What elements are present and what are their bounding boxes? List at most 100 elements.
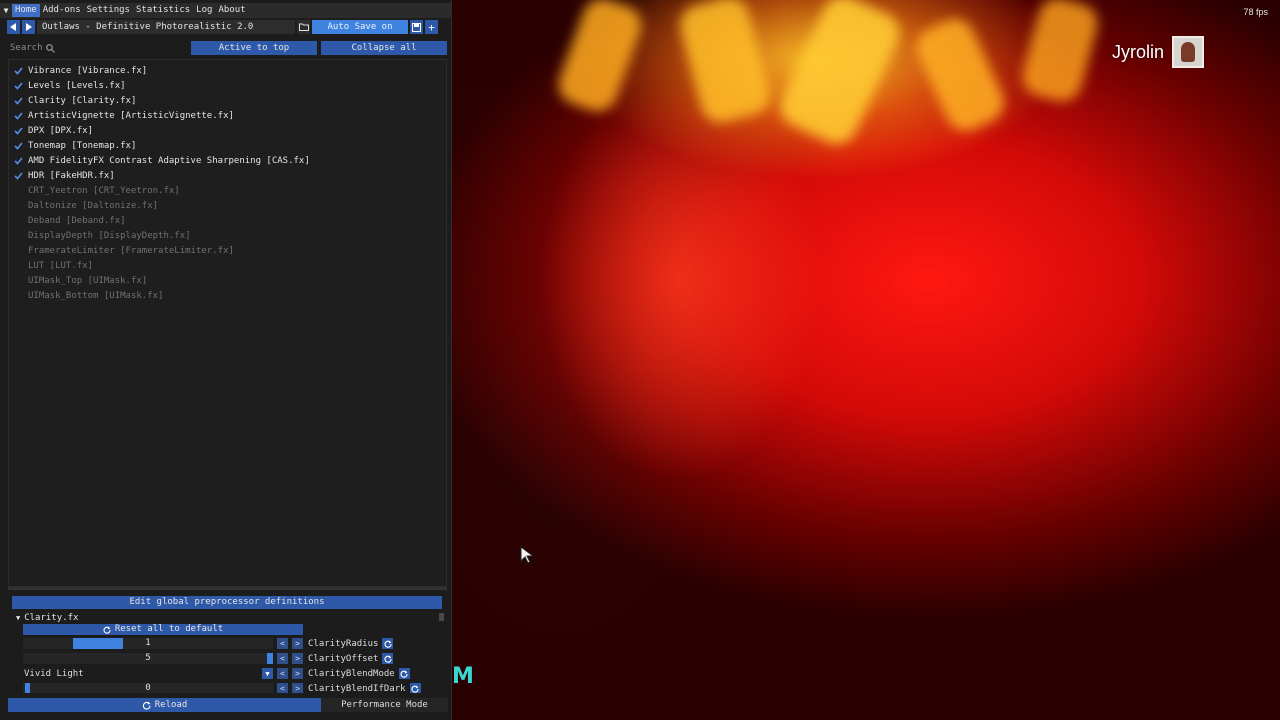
panel-splitter[interactable] (8, 587, 447, 590)
increment-button[interactable]: > (292, 683, 303, 693)
checkmark-icon[interactable] (14, 111, 23, 120)
menu-add-ons[interactable]: Add-ons (40, 4, 84, 17)
streamer-name: Jyrolin (1112, 41, 1165, 62)
parameter-slider[interactable]: 5 (23, 653, 273, 664)
parameter-slider[interactable]: 1 (23, 638, 273, 649)
checkbox-empty-icon[interactable] (14, 246, 23, 255)
effect-section-title: Clarity.fx (24, 612, 79, 623)
effect-row[interactable]: DisplayDepth [DisplayDepth.fx] (9, 228, 446, 243)
checkmark-icon[interactable] (14, 81, 23, 90)
effect-row[interactable]: DPX [DPX.fx] (9, 123, 446, 138)
parameter-row: 1 < > ClarityRadius (23, 637, 443, 650)
checkmark-icon[interactable] (14, 171, 23, 180)
save-icon (412, 22, 421, 32)
checkbox-empty-icon[interactable] (14, 276, 23, 285)
checkmark-icon[interactable] (14, 126, 23, 135)
increment-button[interactable]: > (292, 638, 303, 649)
effect-label: HDR [FakeHDR.fx] (28, 170, 115, 181)
parameter-scrollbar[interactable] (439, 613, 444, 621)
decrement-button[interactable]: < (277, 683, 288, 693)
effect-row[interactable]: Tonemap [Tonemap.fx] (9, 138, 446, 153)
streamer-overlay: Jyrolin (1112, 36, 1205, 68)
effect-row[interactable]: Daltonize [Daltonize.fx] (9, 198, 446, 213)
effect-row[interactable]: Clarity [Clarity.fx] (9, 93, 446, 108)
effect-row[interactable]: HDR [FakeHDR.fx] (9, 168, 446, 183)
preset-name-field[interactable]: Outlaws - Definitive Photorealistic 2.0 (37, 20, 295, 34)
effect-row[interactable]: ArtisticVignette [ArtisticVignette.fx] (9, 108, 446, 123)
effect-row[interactable]: UIMask_Top [UIMask.fx] (9, 273, 446, 288)
neon-sign-glow (1018, 0, 1102, 107)
menu-log[interactable]: Log (193, 4, 215, 17)
checkbox-empty-icon[interactable] (14, 291, 23, 300)
reset-parameter-icon[interactable] (382, 653, 394, 664)
effect-row[interactable]: AMD FidelityFX Contrast Adaptive Sharpen… (9, 153, 446, 168)
effect-row[interactable]: Vibrance [Vibrance.fx] (9, 63, 446, 78)
menu-home[interactable]: Home (12, 4, 40, 17)
checkbox-empty-icon[interactable] (14, 186, 23, 195)
blend-mode-dropdown[interactable]: Vivid Light ▼ (23, 668, 273, 679)
parameter-row: Vivid Light ▼ < > ClarityBlendMode (23, 667, 443, 680)
parameter-row: 0 < > ClarityBlendIfDark (23, 682, 443, 693)
auto-save-toggle[interactable]: Auto Save on (312, 20, 408, 34)
effect-label: CRT_Yeetron [CRT_Yeetron.fx] (28, 185, 180, 196)
reset-all-button[interactable]: Reset all to default (23, 624, 303, 635)
checkmark-icon[interactable] (14, 156, 23, 165)
next-preset-button[interactable] (22, 20, 35, 34)
chevron-down-icon: ▼ (16, 613, 21, 622)
browse-preset-button[interactable] (297, 20, 310, 34)
search-input[interactable]: Search (7, 41, 187, 55)
effect-label: Vibrance [Vibrance.fx] (28, 65, 148, 76)
parameter-slider[interactable]: 0 (23, 683, 273, 693)
menu-about[interactable]: About (215, 4, 248, 17)
effect-row[interactable]: LUT [LUT.fx] (9, 258, 446, 273)
reload-button[interactable]: Reload (8, 698, 321, 712)
decrement-button[interactable]: < (277, 668, 288, 679)
add-preset-button[interactable]: + (425, 20, 438, 34)
effect-row[interactable]: CRT_Yeetron [CRT_Yeetron.fx] (9, 183, 446, 198)
decrement-button[interactable]: < (277, 638, 288, 649)
menu-statistics[interactable]: Statistics (133, 4, 193, 17)
performance-mode-toggle[interactable]: Performance Mode (321, 698, 448, 712)
checkmark-icon[interactable] (14, 96, 23, 105)
active-to-top-button[interactable]: Active to top (191, 41, 317, 55)
menu-bar: ▼ Home Add-ons Settings Statistics Log A… (0, 3, 452, 18)
checkmark-icon[interactable] (14, 66, 23, 75)
previous-preset-button[interactable] (7, 20, 20, 34)
collapse-window-icon[interactable]: ▼ (0, 6, 12, 15)
effect-label: ArtisticVignette [ArtisticVignette.fx] (28, 110, 234, 121)
parameter-row: 5 < > ClarityOffset (23, 652, 443, 665)
bottom-bar: Reload Performance Mode (8, 698, 448, 712)
checkbox-empty-icon[interactable] (14, 231, 23, 240)
reset-parameter-icon[interactable] (382, 638, 394, 649)
checkbox-empty-icon[interactable] (14, 261, 23, 270)
menu-settings[interactable]: Settings (84, 4, 133, 17)
collapse-all-button[interactable]: Collapse all (321, 41, 447, 55)
increment-button[interactable]: > (292, 668, 303, 679)
effect-row[interactable]: FramerateLimiter [FramerateLimiter.fx] (9, 243, 446, 258)
mouse-cursor-icon (520, 546, 536, 567)
reload-label: Reload (154, 700, 188, 710)
neon-sign-glow (675, 0, 775, 128)
effect-row[interactable]: UIMask_Bottom [UIMask.fx] (9, 288, 446, 303)
increment-button[interactable]: > (292, 653, 303, 664)
save-preset-button[interactable] (410, 20, 423, 34)
checkmark-icon[interactable] (14, 141, 23, 150)
effect-section-header[interactable]: ▼ Clarity.fx (12, 611, 444, 624)
reset-parameter-icon[interactable] (409, 683, 421, 693)
decrement-button[interactable]: < (277, 653, 288, 664)
neon-sign-glow (774, 0, 906, 151)
effect-label: UIMask_Top [UIMask.fx] (28, 275, 148, 286)
chevron-down-icon[interactable]: ▼ (262, 668, 273, 679)
checkbox-empty-icon[interactable] (14, 216, 23, 225)
parameter-name: ClarityBlendIfDark (308, 683, 406, 694)
reset-parameter-icon[interactable] (398, 668, 410, 679)
effect-row[interactable]: Levels [Levels.fx] (9, 78, 446, 93)
slider-value: 1 (145, 638, 151, 648)
parameter-name: ClarityBlendMode (308, 668, 395, 679)
edit-preprocessor-button[interactable]: Edit global preprocessor definitions (12, 596, 442, 609)
effect-label: UIMask_Bottom [UIMask.fx] (28, 290, 164, 301)
effect-label: Tonemap [Tonemap.fx] (28, 140, 137, 151)
neon-sign-glow (552, 0, 648, 117)
effect-row[interactable]: Deband [Deband.fx] (9, 213, 446, 228)
checkbox-empty-icon[interactable] (14, 201, 23, 210)
